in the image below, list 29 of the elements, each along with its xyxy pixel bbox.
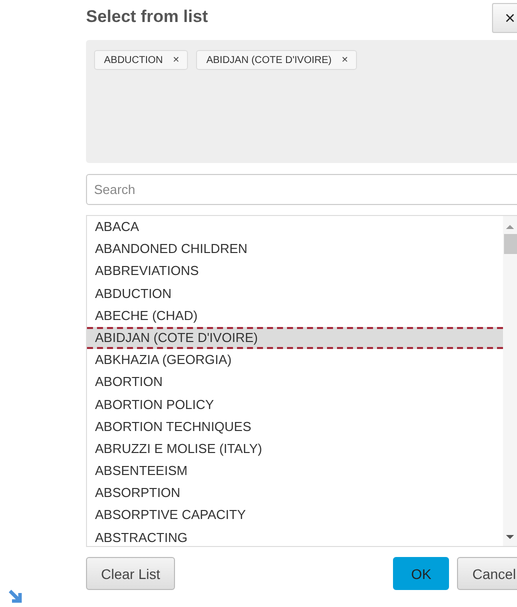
list-item[interactable]: ABORTION TECHNIQUES bbox=[87, 416, 503, 438]
list-item[interactable]: ABECHE (CHAD) bbox=[87, 304, 503, 327]
scroll-down-icon[interactable] bbox=[506, 534, 514, 540]
list-item[interactable]: ABIDJAN (COTE D'IVOIRE) bbox=[87, 326, 503, 350]
list-item[interactable]: ABSENTEEISM bbox=[87, 460, 503, 482]
list-item[interactable]: ABORTION bbox=[87, 371, 503, 394]
list-item[interactable]: ABKHAZIA (GEORGIA) bbox=[87, 349, 503, 372]
scrollbar[interactable] bbox=[503, 216, 517, 546]
remove-tag-button[interactable]: × bbox=[172, 54, 180, 66]
scroll-up-icon[interactable] bbox=[506, 224, 514, 230]
dialog-button[interactable]: OK bbox=[393, 557, 450, 590]
tag-label: ABIDJAN (COTE D'IVOIRE) bbox=[206, 54, 332, 66]
list-item[interactable]: ABACA bbox=[87, 216, 503, 238]
tag-label: ABDUCTION bbox=[104, 54, 163, 66]
list-item[interactable]: ABSORPTION bbox=[87, 482, 503, 504]
dialog-title: Select from list bbox=[86, 7, 208, 27]
list-item[interactable]: ABDUCTION bbox=[87, 282, 503, 305]
list-item[interactable]: ABRUZZI E MOLISE (ITALY) bbox=[87, 438, 503, 460]
search-field[interactable]: Search bbox=[86, 174, 517, 205]
list-item[interactable]: ABSTRACTING bbox=[87, 526, 503, 546]
scrollbar-thumb[interactable] bbox=[504, 234, 516, 254]
list-item[interactable]: ABSORPTIVE CAPACITY bbox=[87, 504, 503, 527]
dialog-button[interactable]: Cancel bbox=[457, 557, 517, 590]
list-item[interactable]: ABORTION POLICY bbox=[87, 394, 503, 416]
remove-tag-button[interactable]: × bbox=[342, 54, 348, 66]
list-item[interactable]: ABBREVIATIONS bbox=[87, 260, 503, 283]
dialog-button[interactable]: Clear List bbox=[86, 557, 176, 590]
list-item[interactable]: ABANDONED CHILDREN bbox=[87, 238, 503, 260]
close-button[interactable]: × bbox=[492, 3, 517, 33]
